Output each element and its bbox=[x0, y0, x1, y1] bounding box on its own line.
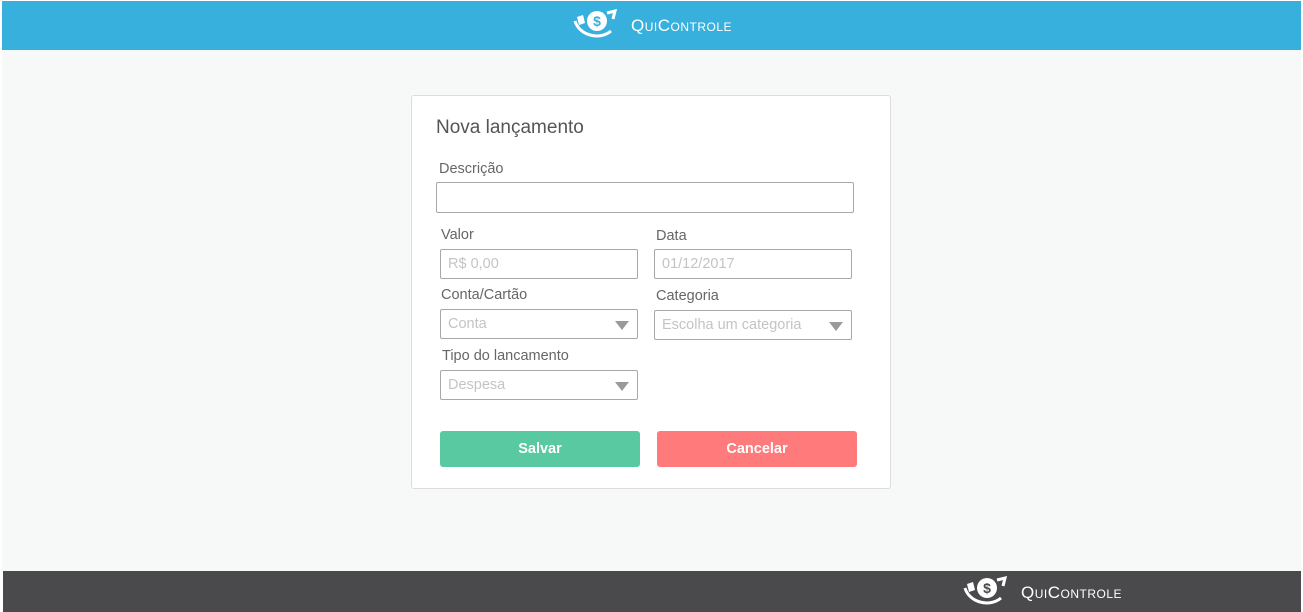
svg-text:$: $ bbox=[983, 580, 991, 596]
data-label: Data bbox=[656, 228, 687, 244]
chevron-down-icon bbox=[615, 382, 629, 391]
data-input[interactable]: 01/12/2017 bbox=[654, 249, 852, 279]
valor-input[interactable]: R$ 0,00 bbox=[440, 249, 638, 279]
tipo-label: Tipo do lancamento bbox=[442, 348, 569, 364]
card-title: Nova lançamento bbox=[436, 117, 584, 138]
footer-brand-text: QuiControle bbox=[1021, 582, 1123, 602]
tipo-selected: Despesa bbox=[448, 377, 506, 393]
header-brand-text: QuiControle bbox=[630, 15, 732, 35]
categoria-selected: Escolha um categoria bbox=[662, 317, 802, 333]
main-area: Nova lançamento Descrição Valor R$ 0,00 … bbox=[2, 50, 1301, 571]
money-hand-logo-icon: $ bbox=[961, 574, 1013, 611]
categoria-label: Categoria bbox=[656, 288, 719, 304]
new-entry-card: Nova lançamento Descrição Valor R$ 0,00 … bbox=[411, 95, 891, 489]
conta-select[interactable]: Conta bbox=[440, 309, 638, 339]
data-placeholder: 01/12/2017 bbox=[662, 256, 735, 272]
descricao-input[interactable] bbox=[436, 182, 854, 213]
chevron-down-icon bbox=[829, 322, 843, 331]
footer: $ QuiControle bbox=[3, 571, 1301, 612]
tipo-select[interactable]: Despesa bbox=[440, 370, 638, 400]
valor-label: Valor bbox=[441, 227, 474, 243]
header-brand[interactable]: $ QuiControle bbox=[571, 7, 732, 44]
save-button[interactable]: Salvar bbox=[440, 431, 640, 467]
chevron-down-icon bbox=[615, 321, 629, 330]
top-header: $ QuiControle bbox=[2, 1, 1301, 50]
valor-placeholder: R$ 0,00 bbox=[448, 256, 499, 272]
money-hand-logo-icon: $ bbox=[571, 7, 623, 44]
footer-brand[interactable]: $ QuiControle bbox=[961, 574, 1122, 611]
categoria-select[interactable]: Escolha um categoria bbox=[654, 310, 852, 340]
conta-label: Conta/Cartão bbox=[441, 287, 528, 303]
cancel-button[interactable]: Cancelar bbox=[657, 431, 857, 467]
descricao-label: Descrição bbox=[439, 161, 504, 177]
svg-text:$: $ bbox=[593, 13, 601, 29]
conta-selected: Conta bbox=[448, 316, 487, 332]
